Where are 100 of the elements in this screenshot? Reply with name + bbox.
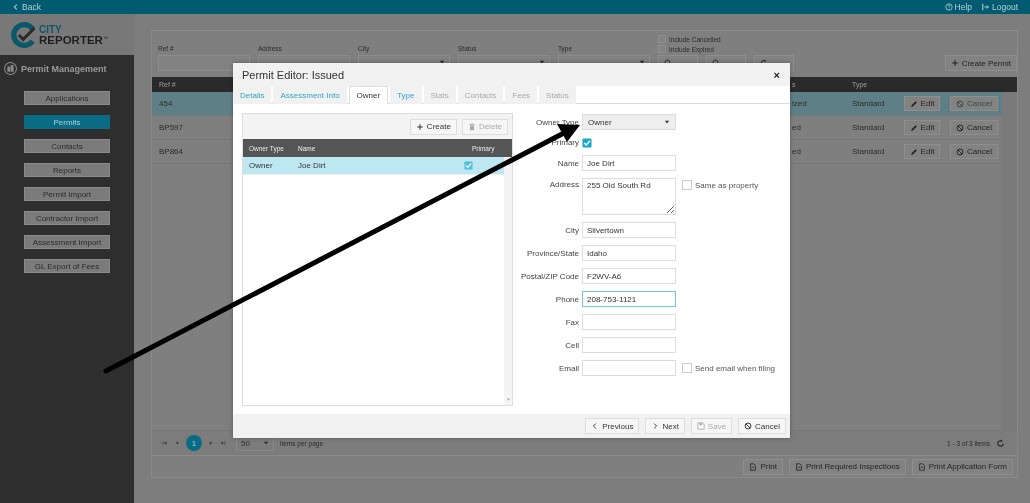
field-label: Primary: [550, 138, 579, 147]
cancel-button[interactable]: Cancel: [950, 144, 998, 159]
pencil-icon: [909, 123, 918, 132]
table-cell-text: Standard: [851, 147, 886, 156]
table-cell-text: BP597: [158, 123, 185, 132]
table-cell-text: ed: [791, 147, 802, 156]
document-icon: [794, 462, 803, 471]
plus-icon: [950, 59, 959, 67]
scrollbar[interactable]: [504, 157, 512, 405]
field-label: Province/State: [525, 248, 579, 258]
tab[interactable]: Owner: [348, 86, 389, 104]
field-label: Address: [548, 179, 579, 189]
input-field[interactable]: [582, 314, 676, 330]
table-cell-text: Standard: [851, 123, 886, 132]
address-field[interactable]: 255 Old South Rd: [582, 178, 676, 215]
back-link[interactable]: Back: [12, 2, 41, 12]
refresh-icon: [996, 438, 1005, 448]
tab[interactable]: Assessment Info: [273, 86, 347, 104]
sidebar-item[interactable]: GL Export of Fees: [24, 259, 110, 273]
dialog-button[interactable]: Previous: [585, 418, 640, 434]
tab[interactable]: Details: [233, 86, 272, 104]
field-label: Postal/ZIP Code: [519, 271, 579, 281]
sidebar-item[interactable]: Contractor Import: [24, 211, 110, 225]
sidebar-item[interactable]: Contacts: [24, 139, 110, 153]
checkbox[interactable]: [682, 180, 692, 190]
sidebar-item[interactable]: Reports: [24, 163, 110, 177]
caret-icon: [639, 59, 645, 65]
edit-button[interactable]: Edit: [903, 96, 941, 111]
caret-icon: [263, 440, 269, 446]
table-cell-text: Standard: [851, 99, 886, 108]
sidebar-title: Permit Management: [21, 63, 107, 74]
caret-icon: [505, 397, 511, 402]
field-label: Fax: [564, 317, 579, 327]
ban-icon: [744, 422, 753, 430]
field-label: Name: [556, 158, 579, 168]
sidebar-item[interactable]: Permit Import: [24, 187, 110, 201]
checkbox[interactable]: [582, 137, 592, 148]
chevron-right-icon: [651, 422, 660, 430]
create-button[interactable]: Create: [409, 118, 457, 135]
building-icon: [4, 62, 17, 75]
input-field[interactable]: [582, 360, 676, 376]
document-icon: [917, 462, 926, 471]
input-field[interactable]: Idaho: [582, 245, 676, 261]
print-button[interactable]: Print Required Inspections: [788, 458, 906, 475]
print-button[interactable]: Print: [743, 458, 783, 475]
field-label: Phone: [554, 294, 579, 304]
field-label: Owner Type: [535, 117, 579, 127]
checkbox-label: Same as property: [695, 180, 759, 190]
chevron-left-icon: [12, 3, 20, 11]
cancel-button[interactable]: Cancel: [950, 120, 998, 135]
close-button[interactable]: ×: [771, 68, 782, 81]
trash-icon: [467, 122, 476, 131]
table-cell-text: 454: [158, 99, 174, 108]
input-field[interactable]: [582, 337, 676, 353]
first-page-icon: [162, 440, 168, 446]
logout-link[interactable]: Logout: [982, 2, 1018, 12]
table-cell-text: Owner: [248, 161, 274, 170]
input-field[interactable]: Silvertown: [582, 222, 676, 238]
checkbox[interactable]: [682, 363, 692, 373]
table-cell-text: Joe Dirt: [297, 161, 327, 170]
sidebar-item[interactable]: Applications: [24, 91, 110, 105]
owner-type-dropdown[interactable]: Owner: [582, 114, 676, 130]
tab[interactable]: Type: [390, 86, 422, 104]
sidebar-item[interactable]: Assessment Import: [24, 235, 110, 249]
field-label: City: [564, 225, 579, 235]
input-field[interactable]: 208-753-1121: [582, 291, 676, 307]
ban-icon: [956, 99, 965, 108]
dialog-title: Permit Editor: Issued: [242, 68, 345, 81]
table-cell-text: ed: [791, 123, 802, 132]
logo-text-reporter: REPORTER: [39, 34, 103, 45]
edit-button[interactable]: Edit: [903, 120, 941, 135]
sidebar-item[interactable]: Permits: [24, 115, 110, 129]
checkbox-label: Send email when filing: [695, 363, 776, 373]
plus-icon: [415, 122, 424, 131]
pencil-icon: [909, 99, 918, 108]
table-row[interactable]: Owner Joe Dirt: [243, 157, 504, 175]
scrollbar[interactable]: [1002, 92, 1017, 430]
caret-icon: [439, 59, 445, 65]
caret-icon: [539, 59, 545, 65]
logo-icon: [11, 21, 37, 48]
dialog-button[interactable]: Cancel: [738, 418, 786, 434]
dialog-button[interactable]: Next: [645, 418, 685, 434]
next-page-icon: [208, 440, 214, 446]
logo-text-city: CITY: [39, 24, 63, 35]
field-label: Email: [558, 363, 579, 373]
pencil-icon: [909, 147, 918, 156]
ban-icon: [956, 147, 965, 156]
input-field[interactable]: Joe Dirt: [582, 155, 676, 171]
filter-field[interactable]: [158, 55, 250, 71]
page-number[interactable]: 1: [186, 435, 202, 451]
caret-icon: [664, 119, 670, 125]
create-permit-button[interactable]: Create Permit: [944, 55, 1017, 71]
print-button[interactable]: Print Application Form: [911, 458, 1013, 475]
field-label: Cell: [564, 340, 579, 350]
logout-icon: [982, 3, 990, 11]
input-field[interactable]: F2WV-A6: [582, 268, 676, 284]
document-icon: [749, 462, 758, 471]
previous-page-icon: [174, 440, 180, 446]
help-link[interactable]: Help: [944, 2, 972, 12]
edit-button[interactable]: Edit: [903, 144, 941, 159]
